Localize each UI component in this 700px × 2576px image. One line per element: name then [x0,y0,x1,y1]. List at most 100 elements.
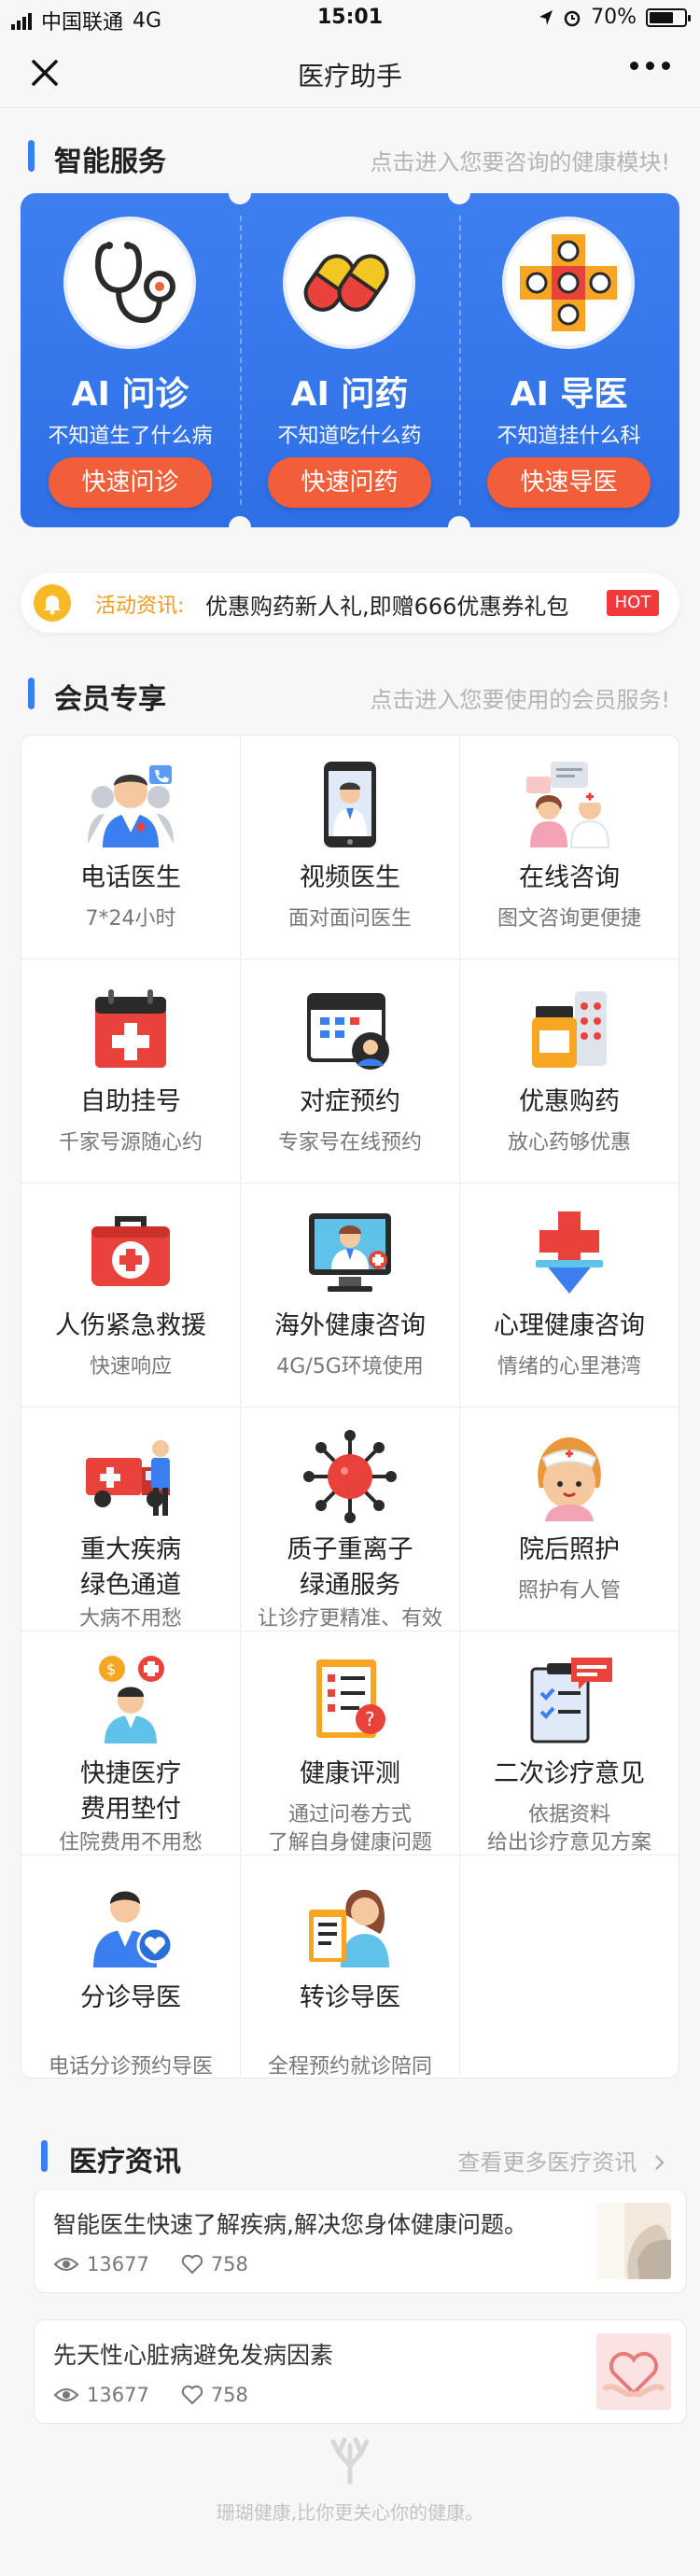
quick-consult-button[interactable]: 快速问诊 [49,457,212,508]
news-item[interactable]: 智能医生快速了解疾病,解决您身体健康问题。 13677 758 [34,2189,687,2293]
more-news-label: 查看更多医疗资讯 [457,2149,637,2176]
major-disease-item[interactable]: 重大疾病 绿色通道 大病不用愁 [21,1407,241,1631]
item-title: 院后照护 [519,1535,620,1564]
pill-icon [283,217,415,349]
item-title: 二次诊疗意见 [494,1759,645,1788]
chevron-right-icon [655,2155,665,2170]
news-title: 先天性心脏病避免发病因素 [53,2342,334,2369]
phone-doctor-icon [88,765,174,847]
item-subtitle: 照护有人管 [517,1579,621,1603]
battery-icon [646,7,691,27]
item-title: 电话医生 [80,863,181,892]
item-subtitle: 千家号源随心约 [58,1131,203,1155]
symptom-appointment-item[interactable]: 对症预约 专家号在线预约 [241,959,460,1183]
card-name: AI 导医 [510,375,628,413]
quick-guide-button[interactable]: 快速导医 [487,457,651,508]
item-title: 重大疾病 [80,1535,181,1564]
item-title: 人伤紧急救援 [55,1311,206,1340]
section-title: 医疗资讯 [69,2146,181,2178]
quick-medicine-button[interactable]: 快速问药 [268,457,431,508]
online-consult-icon [526,762,610,848]
eye-icon [53,2258,79,2271]
mental-health-item[interactable]: 心理健康咨询 情绪的心里港湾 [460,1183,679,1407]
likes-count: 758 [181,2253,248,2275]
payment-doctor-icon: $ [99,1656,164,1743]
views-count: 13677 [53,2253,149,2275]
monitor-doctor-icon [309,1213,391,1292]
views-value: 13677 [87,2253,149,2275]
checklist-icon: ? [316,1659,385,1738]
section-title: 智能服务 [54,146,166,178]
section-hint: 点击进入您要咨询的健康模块! [370,149,670,175]
more-icon[interactable] [630,62,670,70]
medical-advance-item[interactable]: $ 快捷医疗 费用垫付 住院费用不用愁 [21,1631,241,1855]
health-assessment-item[interactable]: ? 健康评测 通过问卷方式 了解自身健康问题 [241,1631,460,1855]
item-subtitle: 让诊疗更精准、有效 [257,1607,442,1631]
proton-therapy-item[interactable]: 质子重离子 绿通服务 让诊疗更精准、有效 [241,1407,460,1631]
online-consult-item[interactable]: 在线咨询 图文咨询更便捷 [460,735,679,959]
overseas-consult-item[interactable]: 海外健康咨询 4G/5G环境使用 [241,1183,460,1407]
battery-percent: 70% [591,6,637,29]
footer-text: 珊瑚健康,比你更关心你的健康。 [216,2501,484,2524]
nurse-clipboard-icon [309,1889,389,1967]
nurse-icon [538,1437,601,1521]
first-aid-kit-icon [91,1216,170,1286]
card-name: AI 问诊 [71,375,189,413]
section-hint: 点击进入您要使用的会员服务! [370,687,670,713]
svg-text:$: $ [106,1660,116,1678]
phone-doctor-item[interactable]: 电话医生 7*24小时 [21,735,241,959]
news-item[interactable]: 先天性心脏病避免发病因素 13677 758 [34,2319,687,2424]
location-icon [539,9,553,25]
navigation-bar: 医疗助手 [0,37,700,108]
likes-value: 758 [210,2253,248,2275]
item-title: 分诊导医 [80,1983,181,2012]
more-news-link[interactable]: 查看更多医疗资讯 [457,2144,666,2177]
referral-guide-item[interactable]: 转诊导医 全程预约就诊陪同 [241,1855,460,2078]
ai-service-panel: AI 问诊 不知道生了什么病 快速问诊 AI 问药 不知道吃什么药 快速问药 A… [21,193,679,527]
item-subtitle: 依据资料 [527,1803,610,1827]
news-header: 医疗资讯 查看更多医疗资讯 [0,2133,700,2179]
news-thumbnail [596,2333,671,2410]
item-title-line2: 费用垫付 [80,1795,181,1824]
clipboard-chat-icon [530,1658,612,1743]
item-subtitle: 7*24小时 [85,907,176,931]
ai-medicine-card[interactable]: AI 问药 不知道吃什么药 快速问药 [240,193,459,527]
item-subtitle: 通过问卷方式 [287,1803,412,1827]
svg-text:?: ? [365,1708,375,1730]
heart-cross-icon [536,1211,603,1294]
emergency-rescue-item[interactable]: 人伤紧急救援 快速响应 [21,1183,241,1407]
heart-icon [181,2254,203,2275]
item-title: 在线咨询 [519,863,620,892]
stethoscope-icon [63,217,196,349]
triage-guide-item[interactable]: 分诊导医 电话分诊预约导医 [21,1855,241,2078]
item-subtitle: 大病不用愁 [78,1607,182,1631]
item-title: 对症预约 [300,1087,400,1116]
item-subtitle: 面对面问医生 [287,907,412,931]
post-hospital-care-item[interactable]: 院后照护 照护有人管 [460,1407,679,1631]
virus-icon [303,1430,397,1523]
promo-text: 优惠购药新人礼,即赠666优惠券礼包 [205,594,569,620]
card-name: AI 问药 [290,375,409,413]
news-title: 智能医生快速了解疾病,解决您身体健康问题。 [53,2211,527,2238]
discount-medicine-item[interactable]: 优惠购药 放心药够优惠 [460,959,679,1183]
item-title: 质子重离子 [287,1535,413,1564]
self-register-item[interactable]: 自助挂号 千家号源随心约 [21,959,241,1183]
item-subtitle-line2: 给出诊疗意见方案 [486,1831,651,1855]
item-title: 优惠购药 [519,1087,620,1116]
bell-icon [34,584,71,622]
ai-consult-card[interactable]: AI 问诊 不知道生了什么病 快速问诊 [21,193,240,527]
item-title-line2: 绿色通道 [80,1571,181,1600]
item-title: 心理健康咨询 [494,1311,645,1340]
smart-service-header: 智能服务 点击进入您要咨询的健康模块! [0,133,700,179]
section-marker [41,2140,48,2172]
card-subtitle: 不知道生了什么病 [48,425,213,448]
ai-guide-card[interactable]: AI 导医 不知道挂什么科 快速导医 [459,193,679,527]
item-title: 转诊导医 [300,1983,400,2012]
item-title: 自助挂号 [80,1087,181,1116]
video-doctor-item[interactable]: 视频医生 面对面问医生 [241,735,460,959]
promo-banner[interactable]: 活动资讯: 优惠购药新人礼,即赠666优惠券礼包 HOT [21,573,679,633]
second-opinion-item[interactable]: 二次诊疗意见 依据资料 给出诊疗意见方案 [460,1631,679,1855]
page-title: 医疗助手 [297,61,402,91]
calendar-doctor-icon [307,993,389,1070]
video-doctor-icon [324,762,376,847]
